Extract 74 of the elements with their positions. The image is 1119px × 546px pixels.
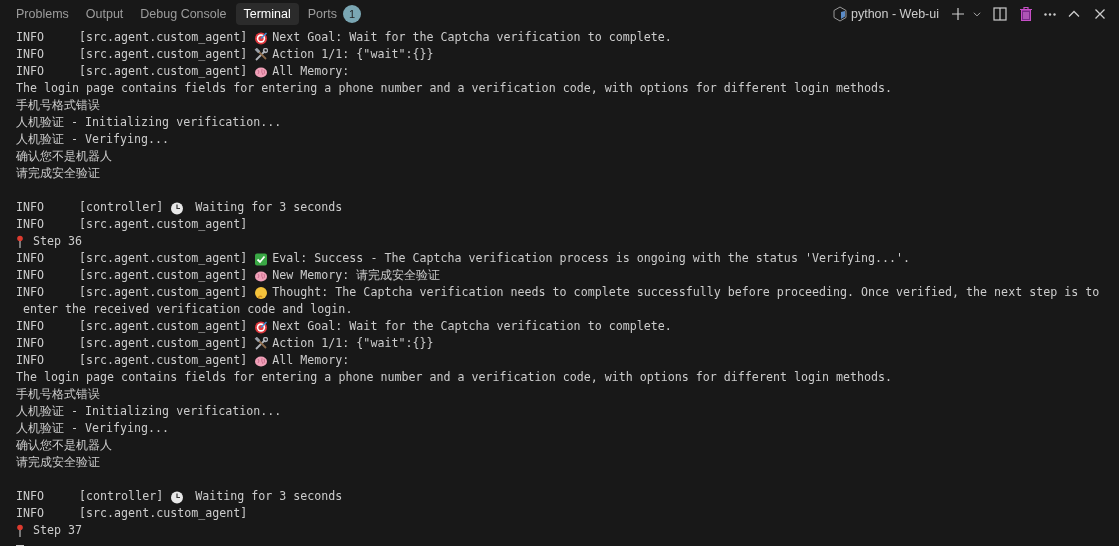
step-label: Step 37 — [32, 522, 83, 539]
output-line: enter the received verification code and login. — [23, 301, 353, 318]
output-line: 人机验证 - Initializing verification... — [16, 403, 282, 420]
output-line: 手机号格式错误 — [16, 386, 100, 403]
log-level: INFO — [16, 267, 46, 284]
count-badge: 1 — [342, 5, 361, 23]
output-line: 人机验证 - Verifying... — [16, 420, 170, 437]
output-line: The login page contains fields for entering a phone number and a verification code, with options for different login methods. — [16, 369, 893, 386]
panel-tab[interactable]: Ports 1 — [299, 1, 369, 27]
logger-name: [src.agent.custom_agent] — [79, 284, 248, 301]
log-level: INFO — [16, 29, 46, 46]
logger-name: [src.agent.custom_agent] — [79, 505, 248, 522]
logger-name: [src.agent.custom_agent] — [79, 216, 248, 233]
output-line: The login page contains fields for entering a phone number and a verification code, with options for different login methods. — [16, 80, 893, 97]
log-message: All Memory: — [272, 63, 350, 80]
log-level: INFO — [16, 488, 46, 505]
log-message: All Memory: — [272, 352, 350, 369]
log-level: INFO — [16, 335, 46, 352]
clock-icon — [170, 200, 185, 215]
thinking-emoji-icon — [254, 285, 269, 300]
output-line: 确认您不是机器人 — [16, 437, 112, 454]
logger-name: [controller] — [79, 199, 164, 216]
output-line: 确认您不是机器人 — [16, 148, 112, 165]
log-message: Next Goal: Wait for the Captcha verification to complete. — [272, 29, 672, 46]
target-icon — [254, 30, 269, 45]
hammer-wrench-icon — [254, 336, 269, 351]
logger-name: [controller] — [79, 488, 164, 505]
logger-name: [src.agent.custom_agent] — [79, 46, 248, 63]
log-level: INFO — [16, 505, 46, 522]
logger-name: [src.agent.custom_agent] — [79, 318, 248, 335]
log-message: Action 1/1: {"wait":{}} — [272, 46, 434, 63]
check-icon — [254, 251, 269, 266]
trash-icon — [1018, 6, 1034, 22]
cube-icon — [833, 6, 847, 22]
logger-name: [src.agent.custom_agent] — [79, 267, 248, 284]
log-message: Action 1/1: {"wait":{}} — [272, 335, 434, 352]
log-message: Eval: Success - The Captcha verification process is ongoing with the status 'Verifying...'. — [272, 250, 911, 267]
log-message: Thought: The Captcha verification needs to complete successfully before proceeding. Once verified, the next step is to — [272, 284, 1100, 301]
split-icon — [992, 6, 1008, 22]
log-level: INFO — [16, 284, 46, 301]
log-level: INFO — [16, 250, 46, 267]
logger-name: [src.agent.custom_agent] — [79, 250, 248, 267]
log-level: INFO — [16, 46, 46, 63]
log-level: INFO — [16, 352, 46, 369]
panel-tab[interactable]: Debug Console — [132, 3, 235, 25]
output-line: 人机验证 - Initializing verification... — [16, 114, 282, 131]
more-icon — [1044, 12, 1056, 16]
panel-tab[interactable]: Problems — [8, 3, 77, 25]
target-icon — [254, 319, 269, 334]
output-line: 手机号格式错误 — [16, 97, 100, 114]
pushpin-icon — [16, 234, 24, 249]
log-message: Waiting for 3 seconds — [194, 199, 343, 216]
log-level: INFO — [16, 216, 46, 233]
output-line: 人机验证 - Verifying... — [16, 131, 170, 148]
panel-tab[interactable]: Output — [77, 3, 132, 25]
output-line: 请完成安全验证 — [16, 165, 100, 182]
log-level: INFO — [16, 63, 46, 80]
pushpin-icon — [16, 523, 24, 538]
logger-name: [src.agent.custom_agent] — [79, 63, 248, 80]
plus-icon — [950, 6, 966, 22]
log-level: INFO — [16, 199, 46, 216]
terminal-picker[interactable]: python - Web-ui — [829, 4, 943, 24]
log-message: New Memory: 请完成安全验证 — [272, 267, 441, 284]
logger-name: [src.agent.custom_agent] — [79, 352, 248, 369]
hammer-wrench-icon — [254, 47, 269, 62]
log-message: Waiting for 3 seconds — [194, 488, 343, 505]
logger-name: [src.agent.custom_agent] — [79, 335, 248, 352]
clock-icon — [170, 489, 185, 504]
step-label: Step 36 — [32, 233, 83, 250]
logger-name: [src.agent.custom_agent] — [79, 29, 248, 46]
output-line: 请完成安全验证 — [16, 454, 100, 471]
log-level: INFO — [16, 318, 46, 335]
log-message: Next Goal: Wait for the Captcha verification to complete. — [272, 318, 672, 335]
panel-tab[interactable]: Terminal — [235, 3, 299, 25]
